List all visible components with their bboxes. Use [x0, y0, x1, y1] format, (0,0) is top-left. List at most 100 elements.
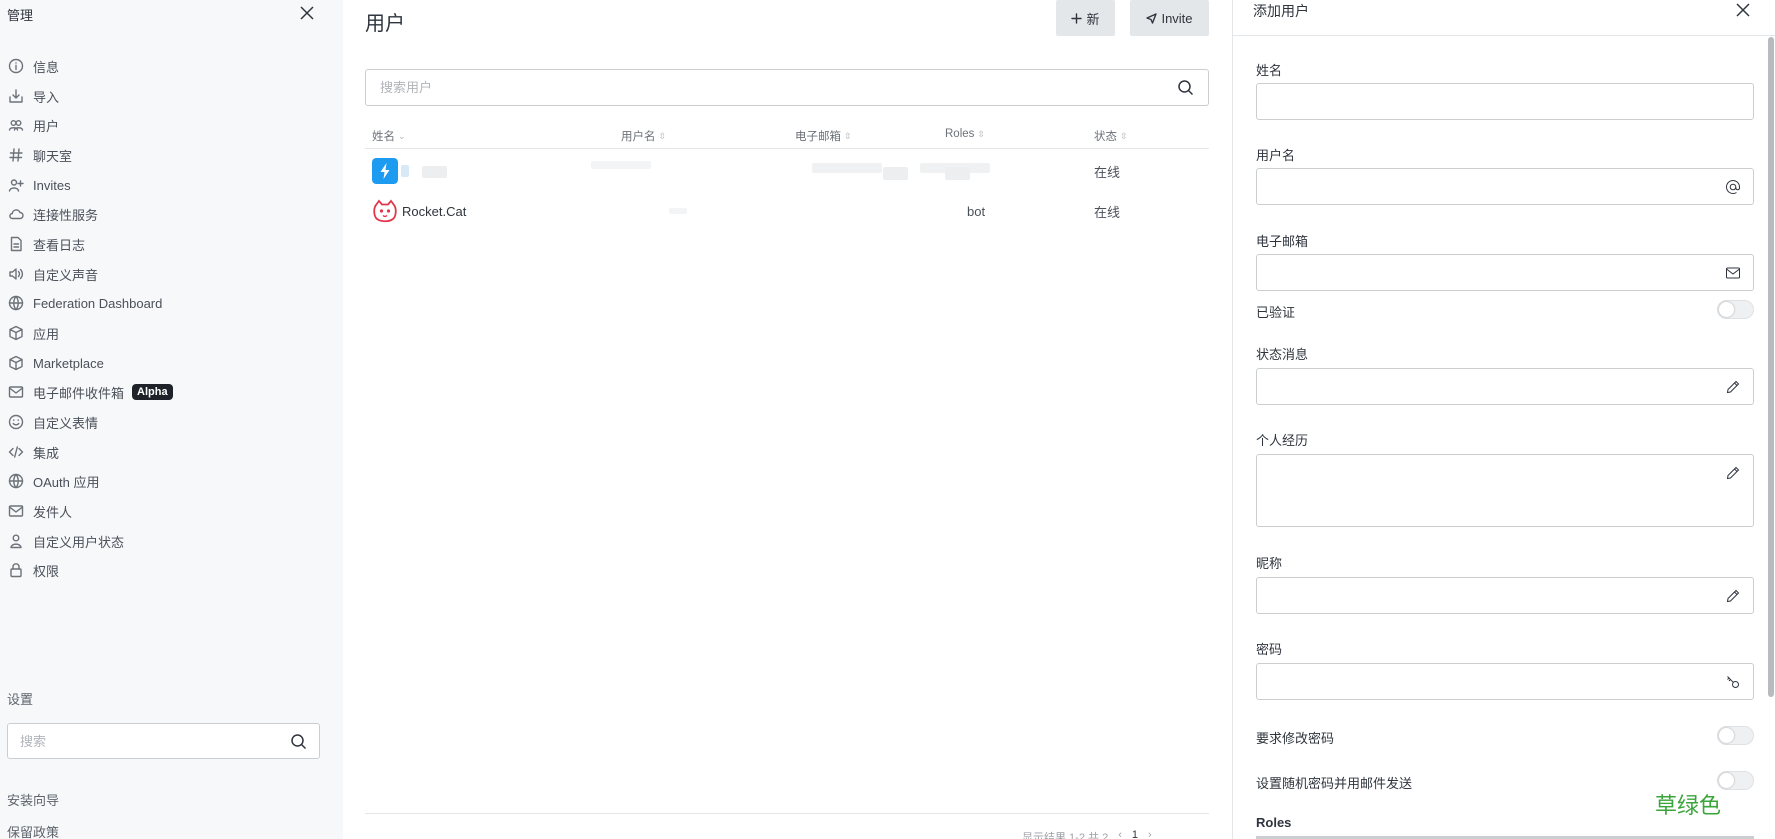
sidebar-item-permissions[interactable]: 权限 [0, 556, 343, 584]
bio-input[interactable] [1269, 465, 1725, 526]
users-search-input[interactable] [380, 80, 1177, 95]
sidebar-item-email-inboxes[interactable]: 电子邮件收件箱 Alpha [0, 378, 343, 406]
sidebar-item-custom-emoji[interactable]: 自定义表情 [0, 408, 343, 436]
sidebar-item-mailer[interactable]: 发件人 [0, 497, 343, 525]
sidebar-item-integrations[interactable]: 集成 [0, 438, 343, 466]
panel-scrollbar[interactable] [1768, 37, 1774, 697]
nickname-field[interactable] [1256, 577, 1754, 614]
settings-search[interactable] [7, 723, 320, 759]
name-label: 姓名 [1256, 63, 1283, 78]
sidebar-item-rooms[interactable]: 聊天室 [0, 141, 343, 169]
redacted-email [812, 163, 882, 173]
globe-icon [8, 473, 24, 489]
search-icon [1178, 80, 1194, 96]
sort-desc-icon: ⌄ [398, 130, 406, 141]
password-label: 密码 [1256, 642, 1283, 657]
sidebar-item-setup-wizard[interactable]: 安装向导 [7, 790, 59, 809]
column-header-name[interactable]: 姓名 ⌄ [372, 128, 406, 144]
pagination: 显示结果 1-2 共 2 ‹ 1 › [1022, 829, 1152, 839]
status-message-label: 状态消息 [1256, 347, 1309, 362]
users-search[interactable] [365, 69, 1209, 106]
name-field[interactable] [1256, 83, 1754, 120]
page-number[interactable]: 1 [1132, 829, 1138, 839]
redacted-username [591, 161, 651, 169]
verified-label: 已验证 [1256, 305, 1296, 320]
send-icon [1146, 12, 1158, 24]
roles-label: Roles [1256, 815, 1292, 830]
column-header-roles[interactable]: Roles ⇳ [945, 128, 985, 140]
watermark-text: 草绿色 [1655, 793, 1722, 818]
status-message-field[interactable] [1256, 368, 1754, 405]
prev-page-icon[interactable]: ‹ [1118, 829, 1122, 839]
sidebar-item-federation[interactable]: Federation Dashboard [0, 289, 343, 317]
sidebar-item-label: 自定义声音 [33, 267, 99, 283]
search-icon [291, 733, 307, 749]
sidebar-item-oauth-apps[interactable]: OAuth 应用 [0, 467, 343, 495]
sort-icon: ⇳ [658, 130, 667, 141]
username-field[interactable] [1256, 168, 1754, 205]
user-name: Rocket.Cat [402, 203, 467, 219]
file-icon [10, 236, 22, 252]
sidebar-item-marketplace[interactable]: Marketplace [0, 349, 343, 377]
panel-header-divider [1233, 35, 1775, 36]
sidebar-item-label: Marketplace [33, 355, 104, 371]
verified-toggle[interactable] [1717, 300, 1754, 319]
sidebar-item-logs[interactable]: 查看日志 [0, 230, 343, 258]
mail-icon [8, 386, 24, 398]
bio-label: 个人经历 [1256, 433, 1309, 448]
require-password-change-toggle[interactable] [1717, 726, 1754, 745]
password-input[interactable] [1269, 664, 1725, 699]
user-avatar [372, 191, 398, 231]
lock-icon [10, 563, 22, 578]
pencil-icon [1726, 589, 1740, 602]
sort-icon: ⇳ [844, 130, 852, 141]
random-password-toggle[interactable] [1717, 771, 1754, 790]
status-message-input[interactable] [1269, 369, 1725, 404]
column-header-username[interactable]: 用户名 ⇳ [621, 128, 666, 144]
bio-field[interactable] [1256, 454, 1754, 527]
settings-heading: 设置 [7, 692, 34, 707]
sidebar-item-info[interactable]: 信息 [0, 52, 343, 80]
username-label: 用户名 [1256, 148, 1296, 163]
close-icon[interactable] [298, 4, 316, 22]
admin-sidebar: 管理 信息 导入 用户 聊天室 Invites 连接性服务 查看日志 自定义声音… [0, 0, 343, 839]
alpha-badge: Alpha [132, 384, 173, 400]
column-status-label: 状态 [1094, 131, 1117, 143]
sidebar-item-label: 自定义表情 [33, 415, 99, 431]
close-icon[interactable] [1735, 2, 1751, 18]
sidebar-item-users[interactable]: 用户 [0, 111, 343, 139]
redacted-email-block [883, 167, 908, 180]
nickname-label: 昵称 [1256, 556, 1283, 571]
user-plus-icon [8, 179, 24, 192]
sidebar-item-label: Federation Dashboard [33, 295, 163, 311]
table-row[interactable]: Rocket.Cat bot 在线 [365, 191, 1209, 231]
column-header-status[interactable]: 状态 ⇳ [1094, 128, 1128, 144]
sidebar-item-invites[interactable]: Invites [0, 171, 343, 199]
password-field[interactable] [1256, 663, 1754, 700]
new-user-button[interactable]: 新 [1056, 0, 1115, 36]
key-icon [1727, 675, 1739, 688]
redacted-username [669, 208, 687, 214]
username-input[interactable] [1269, 169, 1725, 204]
column-name-label: 姓名 [372, 131, 395, 143]
sidebar-item-apps[interactable]: 应用 [0, 319, 343, 347]
sidebar-item-connectivity[interactable]: 连接性服务 [0, 200, 343, 228]
settings-search-input[interactable] [20, 733, 290, 749]
invite-button[interactable]: Invite [1130, 0, 1209, 36]
redacted-name [422, 166, 447, 178]
next-page-icon[interactable]: › [1148, 829, 1152, 839]
import-icon [9, 89, 23, 103]
sidebar-item-custom-sounds[interactable]: 自定义声音 [0, 260, 343, 288]
column-header-email[interactable]: 电子邮箱 ⇳ [795, 128, 852, 144]
sidebar-item-import[interactable]: 导入 [0, 82, 343, 110]
email-field[interactable] [1256, 254, 1754, 291]
email-input[interactable] [1269, 255, 1725, 290]
hashtag-icon [9, 148, 23, 162]
nickname-input[interactable] [1269, 578, 1725, 613]
sidebar-item-label: Invites [33, 177, 71, 193]
name-input[interactable] [1269, 84, 1741, 119]
table-row[interactable]: 在线 [365, 151, 1209, 191]
sidebar-item-custom-user-status[interactable]: 自定义用户状态 [0, 527, 343, 555]
sidebar-item-label: 聊天室 [33, 148, 73, 164]
sidebar-item-retention-policy[interactable]: 保留政策 [7, 822, 59, 839]
